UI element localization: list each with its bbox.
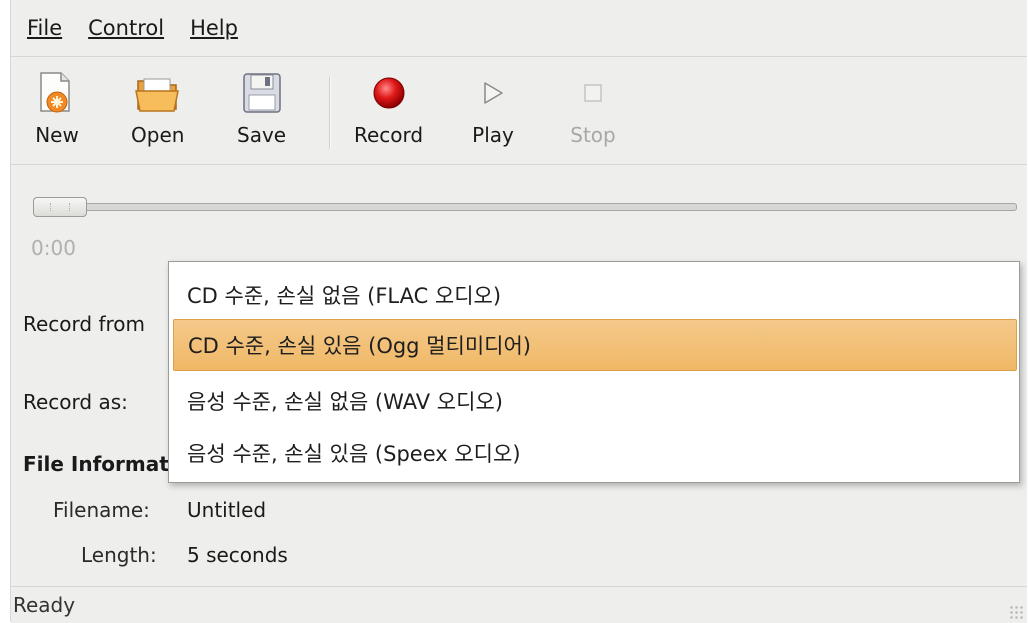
- record-as-dropdown-menu: CD 수준, 손실 없음 (FLAC 오디오) CD 수준, 손실 있음 (Og…: [168, 261, 1020, 483]
- dropdown-option[interactable]: 음성 수준, 손실 있음 (Speex 오디오): [173, 427, 1017, 479]
- record-icon: [365, 69, 413, 117]
- play-button[interactable]: Play: [469, 69, 517, 159]
- stop-button[interactable]: Stop: [569, 69, 617, 159]
- resize-grip-icon[interactable]: [1009, 605, 1023, 619]
- dropdown-option[interactable]: 음성 수준, 손실 없음 (WAV 오디오): [173, 375, 1017, 427]
- toolbar: New Open Save Record Play Stop: [11, 57, 1027, 165]
- menu-control[interactable]: Control: [78, 16, 174, 40]
- menu-file-label: File: [27, 16, 63, 40]
- save-button-label: Save: [237, 123, 287, 147]
- status-bar: Ready: [11, 586, 1027, 623]
- status-text: Ready: [13, 593, 76, 617]
- menu-file[interactable]: File: [17, 16, 72, 40]
- filename-label: Filename:: [53, 498, 150, 522]
- new-document-icon: [33, 69, 81, 117]
- time-label: 0:00: [31, 236, 76, 260]
- open-folder-icon: [134, 69, 182, 117]
- floppy-disk-icon: [238, 69, 286, 117]
- record-as-label: Record as:: [23, 390, 128, 414]
- file-information-heading: File Informat: [23, 452, 169, 476]
- menu-help[interactable]: Help: [180, 16, 248, 40]
- stop-icon: [569, 69, 617, 117]
- toolbar-separator: [329, 77, 330, 149]
- position-slider-handle[interactable]: [33, 197, 87, 217]
- record-button[interactable]: Record: [354, 69, 423, 159]
- menubar: File Control Help: [11, 0, 1027, 57]
- save-button[interactable]: Save: [237, 69, 286, 159]
- length-label: Length:: [81, 543, 157, 567]
- filename-value: Untitled: [187, 498, 267, 522]
- length-value: 5 seconds: [187, 543, 288, 567]
- record-button-label: Record: [354, 123, 424, 147]
- stop-button-label: Stop: [570, 123, 616, 147]
- new-button-label: New: [35, 123, 79, 147]
- dropdown-option-selected[interactable]: CD 수준, 손실 있음 (Ogg 멀티미디어): [173, 319, 1017, 371]
- menu-control-label: Control: [88, 16, 165, 40]
- position-slider-track[interactable]: [41, 203, 1017, 211]
- play-icon: [469, 69, 517, 117]
- record-from-label: Record from: [23, 312, 146, 336]
- new-button[interactable]: New: [33, 69, 81, 159]
- menu-help-label: Help: [190, 16, 238, 40]
- open-button[interactable]: Open: [131, 69, 184, 159]
- play-button-label: Play: [472, 123, 514, 147]
- open-button-label: Open: [131, 123, 185, 147]
- dropdown-option[interactable]: CD 수준, 손실 없음 (FLAC 오디오): [173, 269, 1017, 321]
